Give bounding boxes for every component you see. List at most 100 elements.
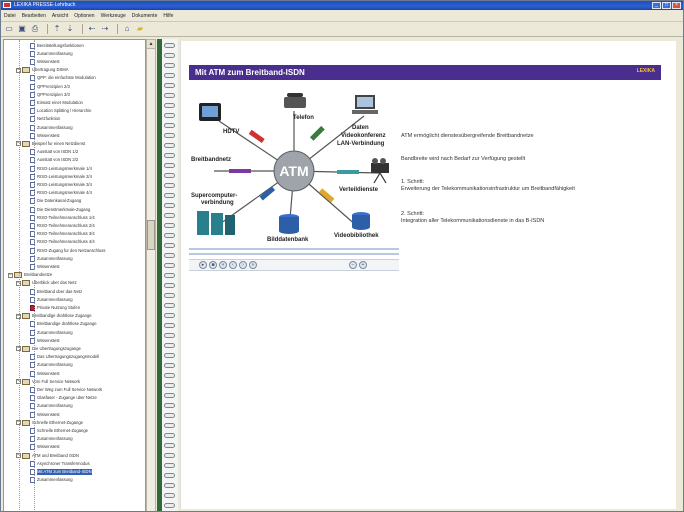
tree-scrollbar[interactable]: ▲ xyxy=(146,39,156,511)
tree-item[interactable]: Einsatz einer Modulation xyxy=(30,99,83,106)
tree-item[interactable]: − Schnelle Ethernet-Zugange xyxy=(16,419,83,426)
tree-item-label: Private Nutzung Stufen xyxy=(37,304,81,310)
tree-item[interactable]: RISO-Teilnehmeranschluss 3/4 xyxy=(30,231,95,238)
tree-item-label: Der Weg zum Full Service Network xyxy=(37,386,103,392)
tree-item[interactable]: Zusammenfassung xyxy=(30,296,73,303)
app-window: LEXIKA PRESSE-Lehrbuch _ □ × Datei Bearb… xyxy=(0,0,684,512)
fast-forward-icon[interactable]: » xyxy=(249,261,257,269)
tree-item[interactable]: Asynchroner Transfermodus xyxy=(30,460,90,467)
supercomputer-label-2: verbindung xyxy=(201,200,234,206)
tree-item[interactable]: Ausstatt von ISDN 2/2 xyxy=(30,157,78,164)
tree-item[interactable]: Zusammenfassung xyxy=(30,362,73,369)
tree-item[interactable]: Breitbandige drahtlose Zugange xyxy=(30,321,97,328)
menu-ansicht[interactable]: Ansicht xyxy=(49,12,71,21)
tree-item[interactable]: Ausstatt von ISDN 1/2 xyxy=(30,149,78,156)
tree-item[interactable]: Bereitstellungsfunktionen xyxy=(30,42,84,49)
tree-item[interactable]: Zusammenfassung xyxy=(30,255,73,262)
close-icon[interactable]: × xyxy=(672,2,681,9)
telephone-icon xyxy=(284,93,306,108)
tree-item[interactable]: Das Ubertragungszugangsmodell xyxy=(30,354,99,361)
tree-item[interactable]: − ATM und Breitband ISDN xyxy=(16,452,79,459)
step-back-icon[interactable]: ‹ xyxy=(229,261,237,269)
tree-item[interactable]: Der Weg zum Full Service Network xyxy=(30,386,102,393)
minimize-icon[interactable]: _ xyxy=(652,2,661,9)
tree-item[interactable]: Zusammenfassung xyxy=(30,477,73,484)
tree-item[interactable]: − Ubertragung DSMA xyxy=(16,67,69,74)
scroll-up-icon[interactable]: ▲ xyxy=(147,40,155,49)
tree-item[interactable]: Glasfaser - Zugange uber Netze xyxy=(30,395,97,402)
menu-hilfe[interactable]: Hilfe xyxy=(160,12,176,21)
tree-item[interactable]: RISO-Leistungsmerkmale 3/4 xyxy=(30,181,92,188)
print-icon[interactable]: ⎙ xyxy=(30,24,40,34)
tree-item[interactable]: Private Nutzung Stufen xyxy=(30,304,80,311)
menu-datei[interactable]: Datei xyxy=(1,12,19,21)
back-icon[interactable]: ⇠ xyxy=(87,24,97,34)
folder-icon[interactable]: ▰ xyxy=(135,24,145,34)
tree-item[interactable]: Schnelle Ethernet-Zugange xyxy=(30,427,88,434)
tree-item[interactable]: Mit ATM zum Breitband-ISDN xyxy=(30,468,92,475)
tree-item[interactable]: Zusammenfassung xyxy=(30,50,73,57)
step-forward-icon[interactable]: › xyxy=(239,261,247,269)
tree-item[interactable]: Zusammenfassung xyxy=(30,124,73,131)
down-icon[interactable]: ⇣ xyxy=(65,24,75,34)
volume-up-icon[interactable]: + xyxy=(359,261,367,269)
tree-item-label: Zusammenfassung xyxy=(37,50,73,56)
tree-item-label: Schnelle Ethernet-Zugange xyxy=(32,419,83,425)
tree-item[interactable]: − Beispiel fur einen Netzdienst xyxy=(16,140,85,147)
menu-optionen[interactable]: Optionen xyxy=(71,12,97,21)
stop-icon[interactable]: ■ xyxy=(209,261,217,269)
volume-down-icon[interactable]: − xyxy=(349,261,357,269)
step1-text: Erweiterung der Telekommunikationsinfras… xyxy=(401,186,575,192)
tree-item[interactable]: Die Dienstmerkmale-Zugang xyxy=(30,206,90,213)
tree-item[interactable]: Breitband uber das Netz xyxy=(30,288,82,295)
tree-item[interactable]: RISO-Leistungsmerkmale 1/4 xyxy=(30,165,92,172)
binder-ring xyxy=(164,283,175,288)
tree-item[interactable]: − Uberblick uber das Netz xyxy=(16,280,77,287)
title-bar: LEXIKA PRESSE-Lehrbuch _ □ × xyxy=(1,1,683,10)
forward-icon[interactable]: ⇢ xyxy=(100,24,110,34)
topic-tree[interactable]: Bereitstellungsfunktionen Zusammenfassung… xyxy=(3,39,146,511)
tree-item-label: RISO-Leistungsmerkmale 1/4 xyxy=(37,165,92,171)
tree-item-label: Schnelle Ethernet-Zugange xyxy=(37,427,88,433)
menu-werkzeuge[interactable]: Werkzeuge xyxy=(98,12,129,21)
tree-item-label: RISO-Zugang fur den Netzanschluss xyxy=(37,247,106,253)
menu-dokumente[interactable]: Dokumente xyxy=(129,12,161,21)
tree-item[interactable]: RISO-Teilnehmeranschluss 2/4 xyxy=(30,222,95,229)
rewind-icon[interactable]: « xyxy=(219,261,227,269)
tree-item[interactable]: QPPrenzipien 3/3 xyxy=(30,91,70,98)
new-icon[interactable]: ▭ xyxy=(4,24,14,34)
save-icon[interactable]: ▣ xyxy=(17,24,27,34)
play-icon[interactable]: ▸ xyxy=(199,261,207,269)
menu-bar: Datei Bearbeiten Ansicht Optionen Werkze… xyxy=(1,11,683,22)
collapse-icon[interactable]: − xyxy=(8,272,13,278)
tree-item-label: Zusammenfassung xyxy=(37,477,73,483)
tree-item-label: Breitbandnetze xyxy=(24,272,53,278)
up-icon[interactable]: ⇡ xyxy=(52,24,62,34)
tree-item[interactable]: − Vom Full Service Network xyxy=(16,378,80,385)
tree-item[interactable]: QPP: die einfachste Modulation xyxy=(30,75,96,82)
maximize-icon[interactable]: □ xyxy=(662,2,671,9)
scroll-thumb[interactable] xyxy=(147,220,155,250)
tree-item[interactable]: Location Splitting / Hierarchie xyxy=(30,108,91,115)
tree-item-label: QPP: die einfachste Modulation xyxy=(37,75,96,81)
tree-item[interactable]: RISO-Leistungsmerkmale 2/4 xyxy=(30,173,92,180)
book-icon xyxy=(22,419,30,426)
tree-item[interactable]: RISO-Teilnehmeranschluss 1/4 xyxy=(30,214,95,221)
tree-item[interactable]: RISO-Zugang fur den Netzanschluss xyxy=(30,247,105,254)
tree-item[interactable]: Zusammenfassung xyxy=(30,436,73,443)
tree-guide-line xyxy=(19,40,20,510)
toolbar-separator xyxy=(117,24,118,34)
tree-item[interactable]: QPPrenzipien 2/3 xyxy=(30,83,70,90)
tree-item[interactable]: − Breitbandnetze xyxy=(8,272,52,279)
tree-item[interactable]: RISO-Leistungsmerkmale 4/4 xyxy=(30,190,92,197)
tree-item[interactable]: Die Datenkanal-Zugang xyxy=(30,198,81,205)
tree-item[interactable]: RISO-Teilnehmeranschluss 4/4 xyxy=(30,239,95,246)
tree-item[interactable]: Zusammenfassung xyxy=(30,329,73,336)
tree-item[interactable]: Zusammenfassung xyxy=(30,403,73,410)
tree-item[interactable]: − Die Ubertragungszugange xyxy=(16,345,81,352)
binder-ring xyxy=(164,243,175,248)
tree-item[interactable]: − Breitbandige drahtlose Zugange xyxy=(16,313,92,320)
tree-item-label: Zusammenfassung xyxy=(37,329,73,335)
menu-bearbeiten[interactable]: Bearbeiten xyxy=(19,12,49,21)
home-icon[interactable]: ⌂ xyxy=(122,24,132,34)
